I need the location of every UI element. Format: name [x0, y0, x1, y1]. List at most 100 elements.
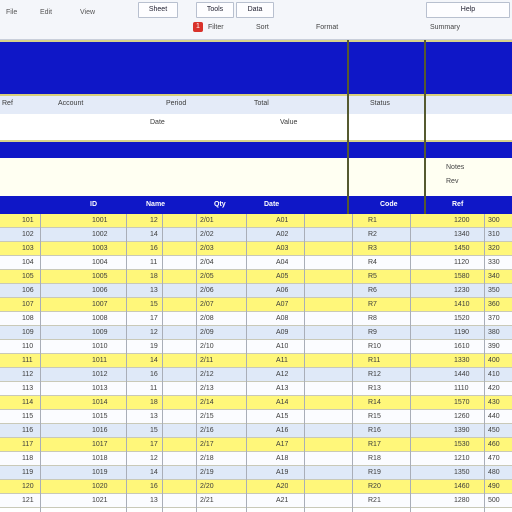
table-cell: 1005 [92, 273, 108, 280]
table-cell: R21 [368, 497, 381, 504]
filter-button[interactable]: Filter [208, 22, 224, 34]
table-row[interactable]: 116 1016 15 2/16 A16 R16 1390 450 [0, 424, 512, 438]
table-row[interactable]: 105 1005 18 2/05 A05 R5 1580 340 [0, 270, 512, 284]
rev-label: Rev [446, 178, 459, 185]
table-cell: A18 [276, 455, 289, 462]
menu-edit[interactable]: Edit [40, 6, 52, 20]
table-row[interactable]: 120 1020 16 2/20 A20 R20 1460 490 [0, 480, 512, 494]
table-cell: 470 [488, 455, 500, 462]
table-cell: 2/16 [200, 427, 214, 434]
table-cell: A02 [276, 231, 289, 238]
table-cell: 1580 [454, 273, 470, 280]
format-button[interactable]: Format [316, 22, 338, 34]
info-row: Date Value [0, 114, 512, 140]
table-row[interactable]: 106 1006 13 2/06 A06 R6 1230 350 [0, 284, 512, 298]
info-sub-date: Date [150, 119, 165, 126]
table-cell: 2/06 [200, 287, 214, 294]
table-cell: 2/01 [200, 217, 214, 224]
table-cell: 300 [488, 217, 500, 224]
table-cell: R10 [368, 343, 381, 350]
table-row[interactable]: 113 1013 11 2/13 A13 R13 1110 420 [0, 382, 512, 396]
tools-button[interactable]: Tools [196, 2, 234, 18]
table-cell: 108 [22, 315, 34, 322]
table-cell: 2/07 [200, 301, 214, 308]
table-row[interactable]: 103 1003 16 2/03 A03 R3 1450 320 [0, 242, 512, 256]
col-header-code[interactable]: Code [380, 199, 398, 211]
table-row[interactable]: 114 1014 18 2/14 A14 R14 1570 430 [0, 396, 512, 410]
menu-view[interactable]: View [80, 6, 95, 20]
col-header-qty[interactable]: Qty [214, 199, 226, 211]
table-cell: R1 [368, 217, 377, 224]
toolbar: File Edit View Sheet Tools Data Help 1 F… [0, 0, 512, 40]
table-cell: 2/09 [200, 329, 214, 336]
table-row[interactable]: 111 1011 14 2/11 A11 R11 1330 400 [0, 354, 512, 368]
table-row[interactable]: 121 1021 13 2/21 A21 R21 1280 500 [0, 494, 512, 508]
table-cell: 350 [488, 287, 500, 294]
table-cell: A11 [276, 357, 288, 364]
table-cell: 1021 [92, 497, 108, 504]
alert-icon[interactable]: 1 [193, 22, 203, 32]
table-cell: 1001 [92, 217, 108, 224]
table-cell: 2/21 [200, 497, 214, 504]
table-cell: R6 [368, 287, 377, 294]
sheet-tab[interactable]: Sheet [138, 2, 178, 18]
table-cell: 103 [22, 245, 34, 252]
col-header-ref[interactable]: Ref [452, 199, 463, 211]
menu-file[interactable]: File [6, 6, 17, 20]
table-cell: 480 [488, 469, 500, 476]
table-cell: 390 [488, 343, 500, 350]
table-cell: A21 [276, 497, 289, 504]
table-cell: 114 [22, 399, 34, 406]
table-row[interactable]: 102 1002 14 2/02 A02 R2 1340 310 [0, 228, 512, 242]
table-row[interactable]: 110 1010 19 2/10 A10 R10 1610 390 [0, 340, 512, 354]
table-row[interactable]: 117 1017 17 2/17 A17 R17 1530 460 [0, 438, 512, 452]
table-row[interactable]: 118 1018 12 2/18 A18 R18 1210 470 [0, 452, 512, 466]
detail-panel: Notes Rev [0, 158, 512, 196]
table-cell: R4 [368, 259, 377, 266]
table-cell: 112 [22, 371, 34, 378]
table-row[interactable]: 109 1009 12 2/09 A09 R9 1190 380 [0, 326, 512, 340]
table-cell: 500 [488, 497, 500, 504]
table-cell: A01 [276, 217, 289, 224]
table-cell: 1190 [454, 329, 470, 336]
column-divider [484, 214, 485, 512]
table-cell: 1018 [92, 455, 108, 462]
table-row[interactable]: 112 1012 16 2/12 A12 R12 1440 410 [0, 368, 512, 382]
col-header-name[interactable]: Name [146, 199, 165, 211]
table-cell: 11 [150, 259, 158, 266]
table-cell: 1520 [454, 315, 470, 322]
table-row[interactable]: 115 1015 13 2/15 A15 R15 1260 440 [0, 410, 512, 424]
table-cell: 18 [150, 399, 158, 406]
table-cell: R2 [368, 231, 377, 238]
table-cell: 380 [488, 329, 500, 336]
table-cell: 320 [488, 245, 500, 252]
table-header [0, 196, 512, 214]
table-cell: 2/10 [200, 343, 214, 350]
table-cell: 1260 [454, 413, 470, 420]
col-header-id[interactable]: ID [90, 199, 97, 211]
data-button[interactable]: Data [236, 2, 274, 18]
table-cell: 1012 [92, 371, 108, 378]
table-cell: A03 [276, 245, 289, 252]
table-cell: 15 [150, 427, 158, 434]
table-row[interactable]: 119 1019 14 2/19 A19 R19 1350 480 [0, 466, 512, 480]
table-cell: 2/03 [200, 245, 214, 252]
table-cell: 490 [488, 483, 500, 490]
table-row[interactable]: 107 1007 15 2/07 A07 R7 1410 360 [0, 298, 512, 312]
info-label-ref: Ref [2, 100, 13, 107]
table-cell: 1350 [454, 469, 470, 476]
sort-button[interactable]: Sort [256, 22, 269, 34]
col-header-date[interactable]: Date [264, 199, 279, 211]
table-cell: 13 [150, 287, 158, 294]
table-cell: 1016 [92, 427, 108, 434]
help-button[interactable]: Help [426, 2, 510, 18]
info-label-account: Account [58, 100, 84, 107]
table-row[interactable]: 104 1004 11 2/04 A04 R4 1120 330 [0, 256, 512, 270]
table-cell: A09 [276, 329, 289, 336]
table-cell: 16 [150, 245, 158, 252]
table-cell: 105 [22, 273, 34, 280]
table-row[interactable]: 101 1001 12 2/01 A01 R1 1200 300 [0, 214, 512, 228]
table-cell: 1410 [454, 301, 470, 308]
table-row[interactable]: 108 1008 17 2/08 A08 R8 1520 370 [0, 312, 512, 326]
table-cell: R8 [368, 315, 377, 322]
